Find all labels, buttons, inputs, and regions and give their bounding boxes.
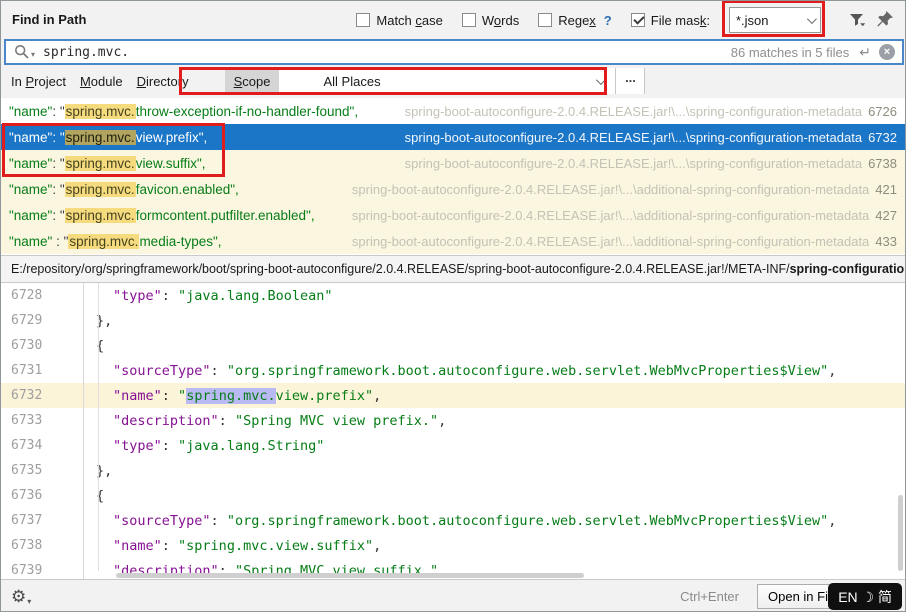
chevron-down-icon (596, 75, 606, 85)
indent-guide (98, 283, 99, 571)
dialog-footer: ⚙ ▾ Ctrl+Enter Open in Find Window (1, 579, 905, 612)
scope-tab-in-project[interactable]: In Project (11, 74, 66, 89)
code-line: 6737"sourceType": "org.springframework.b… (1, 508, 905, 533)
search-input[interactable]: spring.mvc. (43, 45, 129, 60)
match-case-label: Match case (376, 13, 442, 28)
code-line-current: 6732"name": "spring.mvc.view.prefix", (1, 383, 905, 408)
search-icon (14, 44, 30, 60)
scope-tab-scope[interactable]: Scope (225, 70, 280, 93)
result-row[interactable]: "name": "spring.mvc.favicon.enabled", sp… (1, 176, 905, 202)
file-mask-select[interactable]: *.json (729, 7, 821, 33)
code-line: 6734"type": "java.lang.String" (1, 433, 905, 458)
ime-indicator: EN ☽ 简 (828, 583, 902, 610)
chevron-down-icon (807, 14, 817, 24)
code-line: 6729}, (1, 308, 905, 333)
match-highlight: spring.mvc. (65, 130, 136, 145)
search-field[interactable]: ▾ spring.mvc. 86 matches in 5 files ↵ × (4, 39, 904, 65)
scope-more-button[interactable]: ... (615, 68, 645, 94)
preview-file-path: E:/repository/org/springframework/boot/s… (1, 255, 905, 283)
checkbox-icon[interactable] (538, 13, 552, 27)
code-preview: 6728"type": "java.lang.Boolean" 6729}, 6… (1, 283, 905, 579)
scope-tab-module[interactable]: Module (80, 74, 123, 89)
results-list: "name": "spring.mvc.throw-exception-if-n… (1, 98, 905, 255)
code-line: 6733"description": "Spring MVC view pref… (1, 408, 905, 433)
code-line: 6736{ (1, 483, 905, 508)
file-mask-value: *.json (736, 13, 769, 28)
file-mask-label: File mask: (651, 13, 710, 28)
checkbox-icon[interactable] (356, 13, 370, 27)
result-location: spring-boot-autoconfigure-2.0.4.RELEASE.… (393, 104, 897, 119)
result-location: spring-boot-autoconfigure-2.0.4.RELEASE.… (393, 156, 897, 171)
filter-icon[interactable] (847, 10, 867, 30)
pin-icon[interactable] (875, 9, 895, 29)
clear-search-button[interactable]: × (879, 44, 895, 60)
result-location: spring-boot-autoconfigure-2.0.4.RELEASE.… (340, 208, 897, 223)
scope-bar: In Project Module Directory Scope All Pl… (1, 65, 905, 97)
result-row[interactable]: "name": "spring.mvc.formcontent.putfilte… (1, 202, 905, 228)
editor-vertical-scrollbar[interactable] (898, 495, 903, 571)
words-label: Words (482, 13, 519, 28)
code-line: 6731"sourceType": "org.springframework.b… (1, 358, 905, 383)
match-case-checkbox[interactable]: Match case (356, 13, 442, 28)
regex-label: Regex (558, 13, 596, 28)
search-options: Match case Words Regex ? File mask: *.js… (356, 1, 821, 39)
match-highlight: spring.mvc. (65, 208, 136, 223)
scope-value: All Places (323, 74, 380, 89)
scope-tab-directory[interactable]: Directory (137, 74, 189, 89)
settings-button[interactable]: ⚙ ▾ (11, 588, 31, 606)
result-row-selected[interactable]: "name": "spring.mvc.view.prefix", spring… (1, 124, 905, 150)
result-location: spring-boot-autoconfigure-2.0.4.RELEASE.… (393, 130, 897, 145)
editor-horizontal-scrollbar[interactable] (116, 573, 584, 578)
scope-select[interactable]: All Places (279, 68, 615, 94)
checkbox-checked-icon[interactable] (631, 13, 645, 27)
file-mask-combo-wrapper: *.json (729, 7, 821, 33)
chevron-down-icon: ▾ (27, 597, 31, 606)
page-title: Find in Path (12, 12, 86, 27)
result-row[interactable]: "name": "spring.mvc.view.suffix", spring… (1, 150, 905, 176)
code-line: 6735}, (1, 458, 905, 483)
shortcut-hint: Ctrl+Enter (680, 589, 739, 604)
code-line: 6728"type": "java.lang.Boolean" (1, 283, 905, 308)
regex-help-icon[interactable]: ? (604, 13, 612, 28)
result-location: spring-boot-autoconfigure-2.0.4.RELEASE.… (340, 234, 897, 249)
result-location: spring-boot-autoconfigure-2.0.4.RELEASE.… (340, 182, 897, 197)
result-row[interactable]: "name": "spring.mvc.throw-exception-if-n… (1, 98, 905, 124)
match-highlight: spring.mvc. (65, 104, 136, 119)
match-count-label: 86 matches in 5 files (731, 45, 850, 60)
dialog-header: Find in Path Match case Words Regex ? Fi… (1, 1, 905, 39)
result-row[interactable]: "name" : "spring.mvc.media-types", sprin… (1, 228, 905, 254)
checkbox-icon[interactable] (462, 13, 476, 27)
find-in-path-dialog: Find in Path Match case Words Regex ? Fi… (0, 0, 906, 612)
selected-text: spring.mvc. (186, 388, 275, 404)
code-line: 6730{ (1, 333, 905, 358)
search-history-caret-icon[interactable]: ▾ (31, 50, 35, 59)
gear-icon: ⚙ (11, 588, 26, 606)
match-highlight: spring.mvc. (65, 156, 136, 171)
regex-checkbox[interactable]: Regex ? (538, 13, 612, 28)
newline-icon[interactable]: ↵ (859, 44, 871, 61)
file-mask-checkbox[interactable]: File mask: (631, 13, 710, 28)
code-line: 6738"name": "spring.mvc.view.suffix", (1, 533, 905, 558)
words-checkbox[interactable]: Words (462, 13, 519, 28)
match-highlight: spring.mvc. (68, 234, 139, 249)
match-highlight: spring.mvc. (65, 182, 136, 197)
